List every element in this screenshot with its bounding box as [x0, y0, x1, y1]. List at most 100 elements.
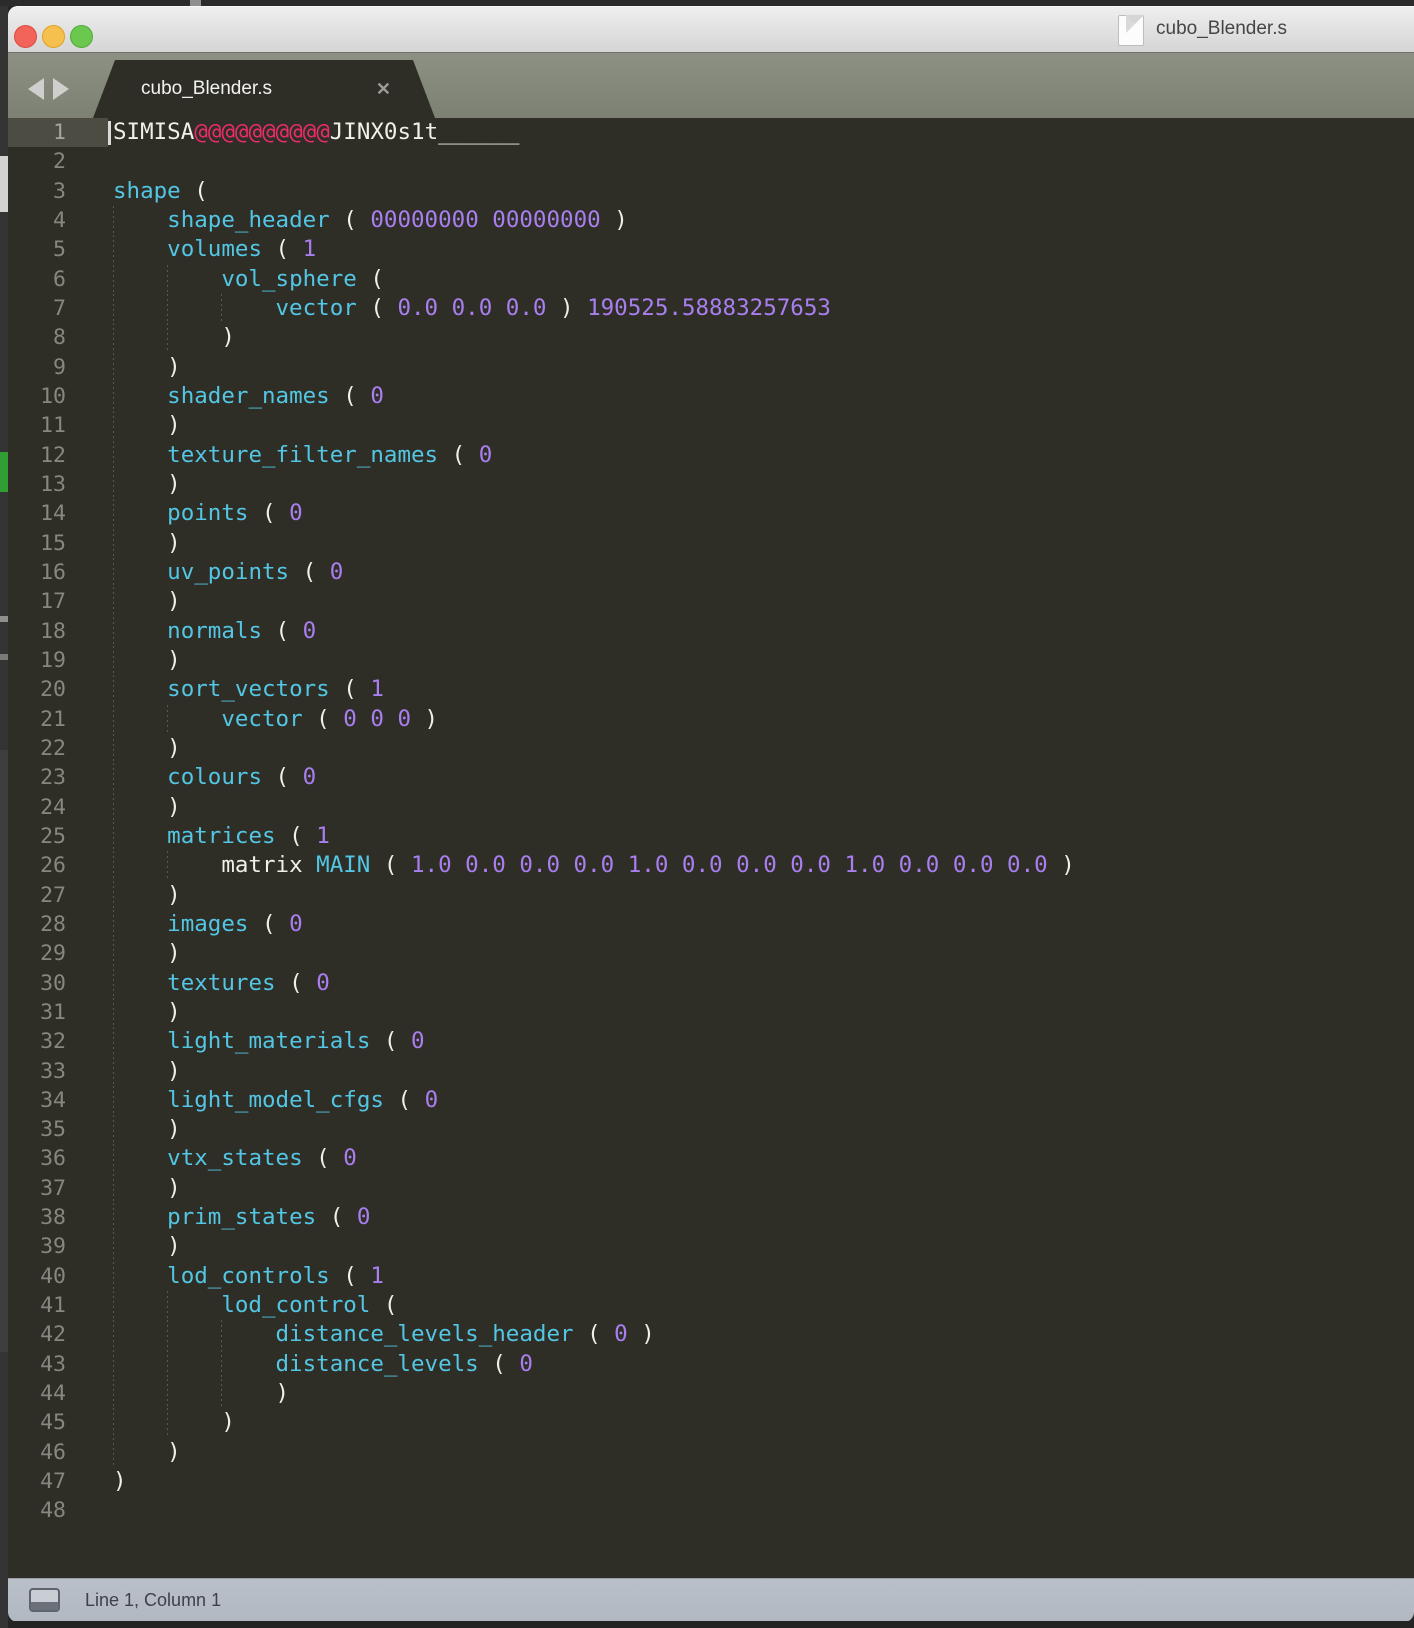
- code-line: [113, 147, 1075, 176]
- code-token: textures: [167, 970, 275, 996]
- tab-label: cubo_Blender.s: [141, 78, 272, 100]
- indent-guide: [113, 265, 167, 294]
- code-line: matrices ( 1: [113, 822, 1075, 851]
- code-token: ): [628, 1321, 655, 1347]
- indent-guide: [167, 705, 221, 734]
- code-token: 0: [289, 500, 303, 526]
- indent-guide: [113, 1232, 167, 1261]
- tab-close-icon[interactable]: ✕: [376, 79, 391, 100]
- tab-cubo-blender[interactable]: cubo_Blender.s ✕: [93, 60, 435, 118]
- code-token: ): [276, 1380, 290, 1406]
- line-number: 2: [8, 147, 66, 176]
- code-token: points: [167, 500, 248, 526]
- gutter: 1234567891011121314151617181920212223242…: [8, 118, 66, 1526]
- indent-guide: [113, 705, 167, 734]
- forward-arrow-icon[interactable]: [53, 78, 69, 100]
- code-line: SIMISA@@@@@@@@@@JINX0s1t______: [113, 118, 1075, 147]
- code-line: vtx_states ( 0: [113, 1144, 1075, 1173]
- code-line: texture_filter_names ( 0: [113, 441, 1075, 470]
- close-window-button[interactable]: [14, 25, 37, 48]
- code-token: 0.0 0.0 0.0: [397, 295, 546, 321]
- line-number: 48: [8, 1496, 66, 1525]
- line-number: 28: [8, 910, 66, 939]
- indent-guide: [167, 265, 221, 294]
- indent-guide: [113, 1262, 167, 1291]
- back-arrow-icon[interactable]: [28, 78, 44, 100]
- code-token: ): [167, 882, 181, 908]
- indent-guide: [113, 1115, 167, 1144]
- document-proxy-icon[interactable]: [1118, 15, 1144, 46]
- indent-guide: [113, 1144, 167, 1173]
- code-token: (: [574, 1321, 615, 1347]
- indent-guide: [113, 1203, 167, 1232]
- code-line: volumes ( 1: [113, 235, 1075, 264]
- code-token: 0: [343, 1145, 357, 1171]
- indent-guide: [113, 969, 167, 998]
- code-line: shape (: [113, 177, 1075, 206]
- code-token: 0: [370, 383, 384, 409]
- line-number: 24: [8, 793, 66, 822]
- indent-guide: [167, 1320, 221, 1349]
- code-line: ): [113, 734, 1075, 763]
- code-token: 0 0 0: [343, 706, 411, 732]
- code-token: shape: [113, 178, 181, 204]
- code-token: 1: [316, 823, 330, 849]
- code-token: SIMISA: [113, 119, 194, 145]
- code-line: ): [113, 939, 1075, 968]
- code-token: matrices: [167, 823, 275, 849]
- code-token: (: [330, 207, 371, 233]
- code-line: ): [113, 353, 1075, 382]
- panel-toggle-icon[interactable]: [29, 1588, 60, 1612]
- code-token: 00000000 00000000: [370, 207, 600, 233]
- code-token: (: [181, 178, 208, 204]
- line-number: 31: [8, 998, 66, 1027]
- line-number: 27: [8, 881, 66, 910]
- code-token: @@@@@@@@@@: [194, 119, 329, 145]
- indent-guide: [167, 1408, 221, 1437]
- line-number: 35: [8, 1115, 66, 1144]
- code-token: 0: [303, 618, 317, 644]
- indent-guide: [113, 881, 167, 910]
- zoom-window-button[interactable]: [70, 25, 93, 48]
- code-token: (: [276, 970, 317, 996]
- editor-window: cubo_Blender.s cubo_Blender.s ✕ 12345678…: [8, 6, 1414, 1628]
- code-token: 0: [519, 1351, 533, 1377]
- indent-guide: [113, 1086, 167, 1115]
- minimize-window-button[interactable]: [42, 25, 65, 48]
- line-number: 10: [8, 382, 66, 411]
- indent-guide: [113, 851, 167, 880]
- code-token: ): [601, 207, 628, 233]
- code-token: (: [370, 1292, 397, 1318]
- line-number: 6: [8, 265, 66, 294]
- code-token: (: [370, 1028, 411, 1054]
- code-token: MAIN: [316, 852, 370, 878]
- code-line: light_materials ( 0: [113, 1027, 1075, 1056]
- code-token: (: [276, 823, 317, 849]
- code-token: (: [330, 383, 371, 409]
- code-editor[interactable]: 1234567891011121314151617181920212223242…: [8, 118, 1414, 1578]
- indent-guide: [113, 910, 167, 939]
- code-token: 1: [370, 1263, 384, 1289]
- indent-guide: [113, 998, 167, 1027]
- code-line: sort_vectors ( 1: [113, 675, 1075, 704]
- code-token: ): [167, 999, 181, 1025]
- code-token: (: [289, 559, 330, 585]
- code-token: (: [438, 442, 479, 468]
- line-number: 3: [8, 177, 66, 206]
- code-token: 190525.58883257653: [587, 295, 831, 321]
- code-token: lod_control: [221, 1292, 370, 1318]
- indent-guide: [113, 470, 167, 499]
- code-token: ): [167, 1439, 181, 1465]
- code-token: (: [262, 618, 303, 644]
- code-line: shape_header ( 00000000 00000000 ): [113, 206, 1075, 235]
- line-number: 43: [8, 1350, 66, 1379]
- code-token: (: [316, 1204, 357, 1230]
- indent-guide: [167, 1291, 221, 1320]
- code-line: textures ( 0: [113, 969, 1075, 998]
- title-bar[interactable]: cubo_Blender.s: [8, 6, 1414, 53]
- code-token: uv_points: [167, 559, 289, 585]
- code-token: (: [384, 1087, 425, 1113]
- indent-guide: [113, 235, 167, 264]
- code-area[interactable]: SIMISA@@@@@@@@@@JINX0s1t______shape (sha…: [113, 118, 1075, 1526]
- line-number: 18: [8, 617, 66, 646]
